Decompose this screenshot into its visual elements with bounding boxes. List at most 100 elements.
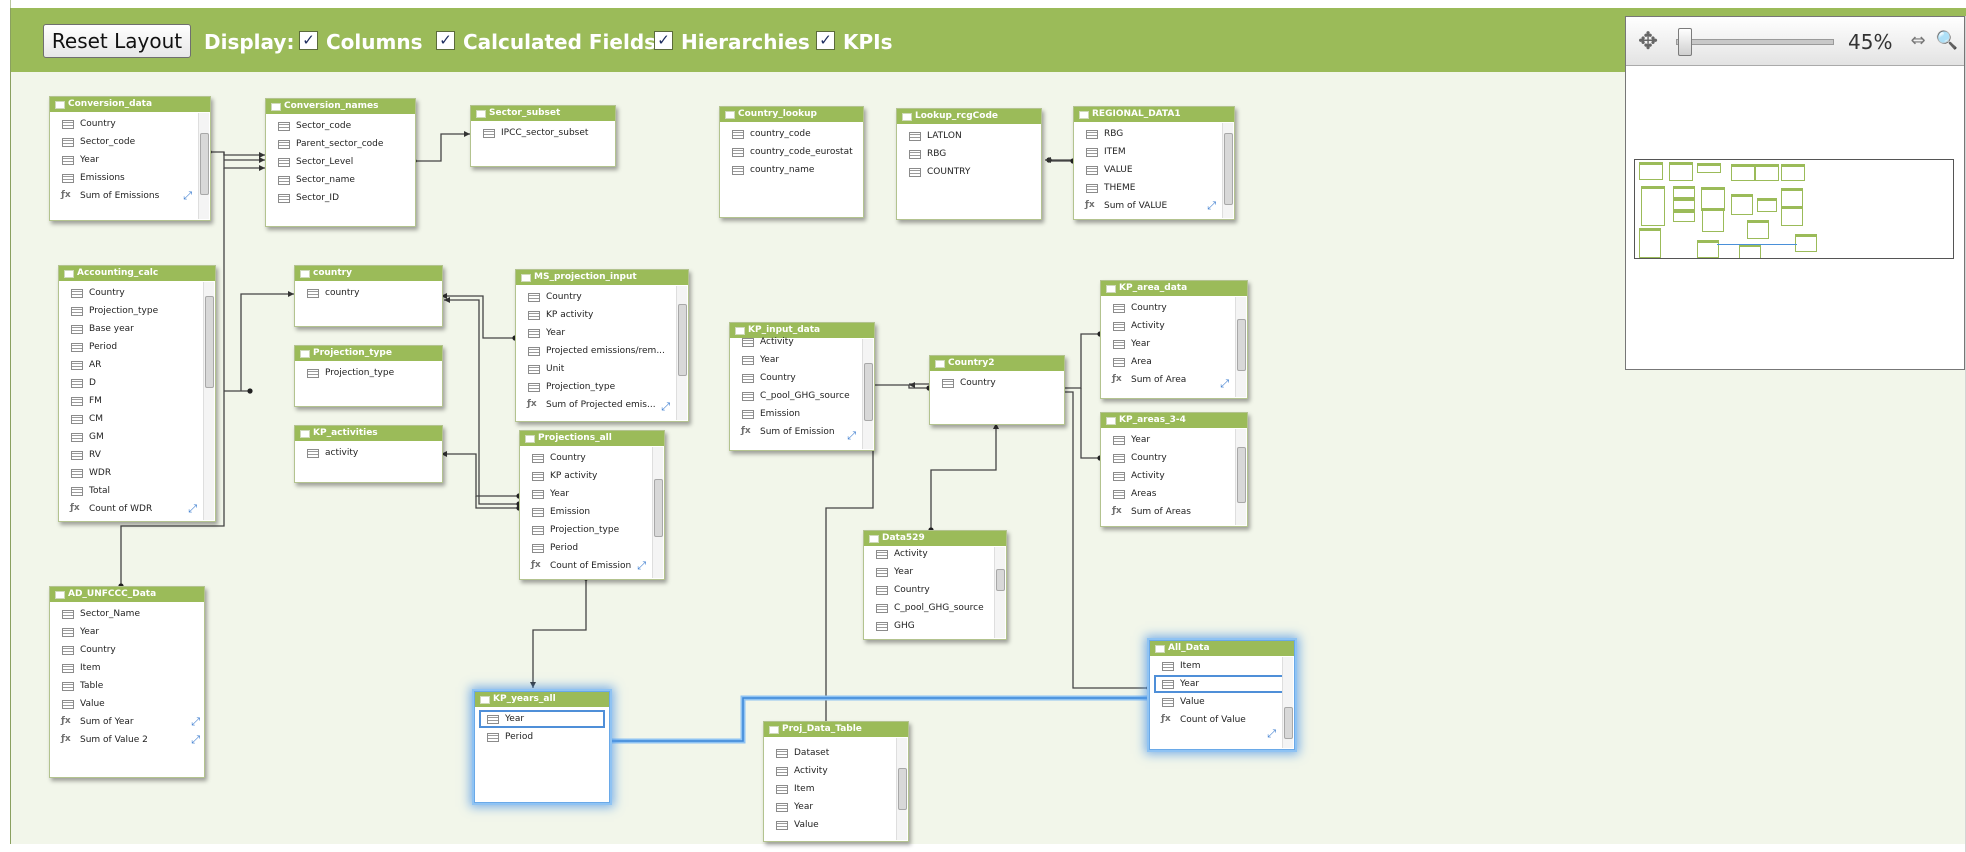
column-row[interactable]: Item (1150, 657, 1294, 675)
column-row[interactable]: LATLON (897, 127, 1041, 145)
column-row[interactable]: Activity (864, 545, 1006, 563)
table-header[interactable]: KP_areas_3-4 (1101, 413, 1247, 428)
column-row[interactable]: country (295, 284, 442, 302)
table-lookup-rcgcode[interactable]: Lookup_rcgCode LATLON RBG COUNTRY (896, 108, 1042, 220)
table-projection-type[interactable]: Projection_type Projection_type (294, 345, 443, 407)
column-row[interactable]: Country (864, 581, 1006, 599)
column-row[interactable]: GM (59, 428, 215, 446)
column-row[interactable]: Projection_type (295, 364, 442, 382)
table-header[interactable]: Conversion_data (50, 97, 210, 112)
column-row[interactable]: Sector_ID (266, 189, 415, 207)
column-row[interactable]: KP activity (516, 306, 688, 324)
column-row[interactable]: WDR (59, 464, 215, 482)
table-header[interactable]: Proj_Data_Table (764, 722, 908, 737)
table-header[interactable]: Data529 (864, 531, 1006, 546)
column-row[interactable]: country_name (720, 161, 863, 179)
column-row[interactable]: Country (730, 369, 874, 387)
column-row[interactable]: Sector_Name (50, 605, 204, 623)
table-ms-projection-input[interactable]: MS_projection_input Country KP activity … (515, 269, 689, 422)
table-sector-subset[interactable]: Sector_subset IPCC_sector_subset (470, 105, 616, 167)
column-row[interactable]: Country (50, 115, 210, 133)
calculated-fields-option-label[interactable]: Calculated Fields (463, 30, 656, 54)
measure-row[interactable]: ƒx Sum of Year (50, 713, 204, 731)
table-regional-data1[interactable]: REGIONAL_DATA1 RBG ITEM VALUE THEME ƒx Su… (1073, 106, 1235, 220)
column-row[interactable]: Year (520, 485, 664, 503)
column-row[interactable]: Period (475, 728, 609, 746)
table-header[interactable]: country (295, 266, 442, 281)
column-row[interactable]: Projection_type (520, 521, 664, 539)
hierarchies-checkbox[interactable]: ✓ (654, 31, 673, 50)
minimap[interactable] (1634, 159, 1954, 259)
scrollbar-thumb[interactable] (1284, 707, 1293, 739)
column-row-selected[interactable]: Year (479, 710, 605, 728)
magnifier-icon[interactable]: 🔍 (1934, 29, 1960, 53)
table-header[interactable]: Accounting_calc (59, 266, 215, 281)
column-row[interactable]: Country (516, 288, 688, 306)
column-row[interactable]: Year (864, 563, 1006, 581)
table-proj-data-table[interactable]: Proj_Data_Table Dataset Activity Item Ye… (763, 721, 909, 842)
column-row[interactable]: RBG (897, 145, 1041, 163)
column-row[interactable]: Table (50, 677, 204, 695)
column-row[interactable]: Period (520, 539, 664, 557)
table-kp-area-data[interactable]: KP_area_data Country Activity Year Area … (1100, 280, 1248, 399)
column-row[interactable]: Year (764, 798, 908, 816)
scrollbar[interactable] (896, 738, 907, 840)
scrollbar[interactable] (1282, 657, 1293, 748)
table-header[interactable]: Sector_subset (471, 106, 615, 121)
table-kp-years-all[interactable]: KP_years_all Year Period (474, 691, 610, 803)
column-row[interactable]: Sector_code (266, 117, 415, 135)
table-conversion-names[interactable]: Conversion_names Sector_code Parent_sect… (265, 98, 416, 227)
fit-to-screen-icon[interactable]: ⇔ (1905, 29, 1931, 53)
table-header[interactable]: KP_area_data (1101, 281, 1247, 296)
table-header[interactable]: Projections_all (520, 431, 664, 446)
columns-checkbox[interactable]: ✓ (299, 31, 318, 50)
calculated-fields-checkbox[interactable]: ✓ (436, 31, 455, 50)
table-header[interactable]: KP_years_all (475, 692, 609, 707)
columns-option-label[interactable]: Columns (326, 30, 423, 54)
table-conversion-data[interactable]: Conversion_data Country Sector_code Year… (49, 96, 211, 221)
column-row-selected[interactable]: Year (1154, 675, 1290, 693)
scrollbar-thumb[interactable] (205, 296, 214, 388)
column-row[interactable]: Country (50, 641, 204, 659)
column-row[interactable]: Projected emissions/rem... (516, 342, 688, 360)
column-row[interactable]: Country (930, 374, 1064, 392)
column-row[interactable]: C_pool_GHG_source (730, 387, 874, 405)
scrollbar[interactable] (203, 282, 214, 520)
column-row[interactable]: Item (50, 659, 204, 677)
column-row[interactable]: Country (1101, 449, 1247, 467)
column-row[interactable]: Sector_code (50, 133, 210, 151)
column-row[interactable]: FM (59, 392, 215, 410)
column-row[interactable]: country_code_eurostat (720, 143, 863, 161)
column-row[interactable]: IPCC_sector_subset (471, 124, 615, 142)
column-row[interactable]: Year (1101, 335, 1247, 353)
scrollbar-thumb[interactable] (1224, 133, 1233, 205)
column-row[interactable]: Value (764, 816, 908, 834)
column-row[interactable]: VALUE (1074, 161, 1234, 179)
scrollbar-thumb[interactable] (864, 363, 873, 421)
zoom-slider-track[interactable] (1676, 39, 1834, 45)
scrollbar[interactable] (1235, 429, 1246, 525)
table-kp-input-data[interactable]: KP_input_data Activity Year Country C_po… (729, 322, 875, 451)
column-row[interactable]: Country (59, 284, 215, 302)
kpis-checkbox[interactable]: ✓ (816, 31, 835, 50)
table-header[interactable]: REGIONAL_DATA1 (1074, 107, 1234, 122)
scrollbar[interactable] (676, 286, 687, 420)
table-projections-all[interactable]: Projections_all Country KP activity Year… (519, 430, 665, 580)
scrollbar-thumb[interactable] (898, 768, 907, 810)
column-row[interactable]: Country (520, 449, 664, 467)
column-row[interactable]: AR (59, 356, 215, 374)
column-row[interactable]: Sector_name (266, 171, 415, 189)
column-row[interactable]: GHG (864, 617, 1006, 635)
table-accounting-calc[interactable]: Accounting_calc Country Projection_type … (58, 265, 216, 522)
column-row[interactable]: RBG (1074, 125, 1234, 143)
table-kp-activities[interactable]: KP_activities activity (294, 425, 443, 483)
column-row[interactable]: THEME (1074, 179, 1234, 197)
column-row[interactable]: Value (1150, 693, 1294, 711)
column-row[interactable]: Emission (520, 503, 664, 521)
table-kp-areas-3-4[interactable]: KP_areas_3-4 Year Country Activity Areas… (1100, 412, 1248, 527)
column-row[interactable]: CM (59, 410, 215, 428)
column-row[interactable]: Activity (730, 333, 874, 351)
column-row[interactable]: Item (764, 780, 908, 798)
column-row[interactable]: Year (516, 324, 688, 342)
table-header[interactable]: Country_lookup (720, 107, 863, 122)
